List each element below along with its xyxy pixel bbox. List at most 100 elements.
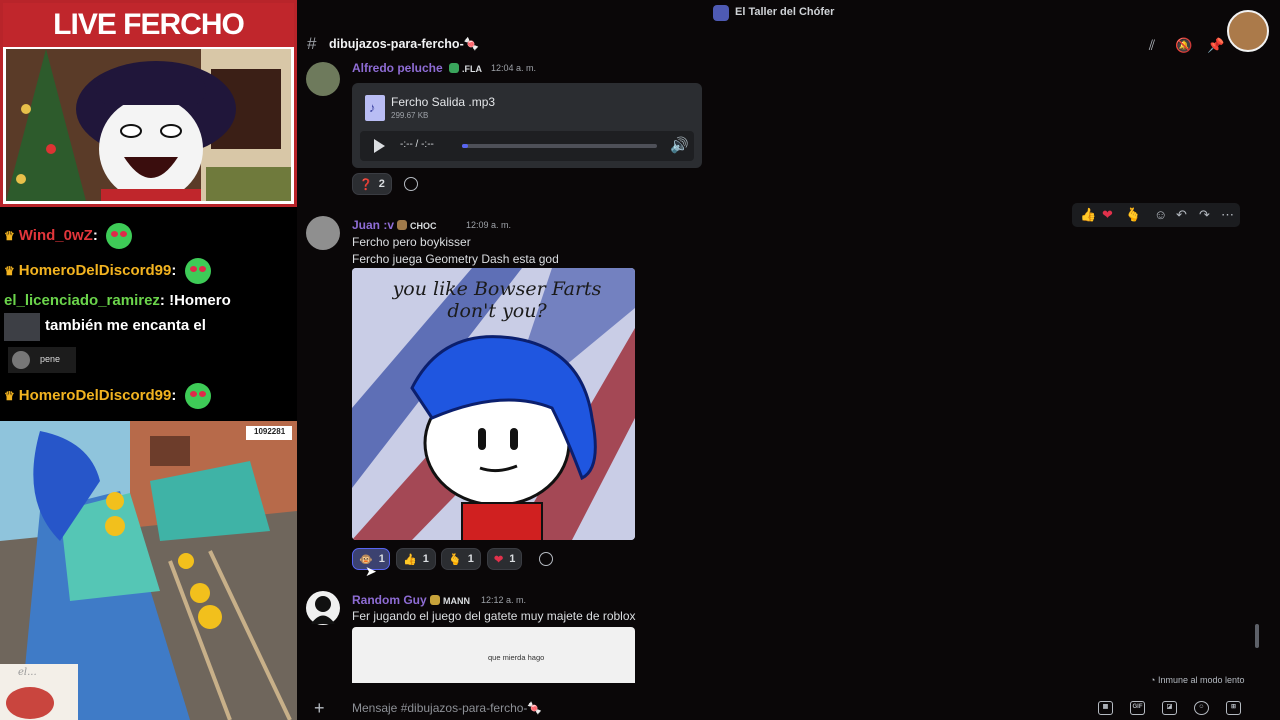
reaction-count: 1 [422,553,429,565]
chat-username: HomeroDelDiscord99 [18,261,172,279]
gif-icon[interactable]: GIF [1130,701,1145,715]
stream-overlay: LIVE FERCHO REACTION ♛Wind_0wZ: [0,0,297,720]
chat-username: HomeroDelDiscord99 [18,386,172,404]
message-author[interactable]: Random Guy [352,593,427,607]
reply-icon[interactable]: ↶ [1176,207,1187,223]
heart-icon: ❤ [494,553,504,566]
banner-artwork [6,49,291,201]
author-avatar[interactable] [306,62,340,96]
volume-icon[interactable]: 🔊 [670,136,689,154]
reaction-count: 1 [467,553,474,565]
add-reaction-icon[interactable]: ☺ [1154,207,1167,222]
message-composer: + ▦ GIF ◪ ☺ ⊞ [297,696,1280,720]
author-avatar[interactable] [306,216,340,250]
message-hover-toolbar: 👍 ❤ 🫰 ☺ ↶ ↷ ⋯ [1072,203,1240,227]
image-attachment[interactable]: you like Bowser Farts don't you? [352,268,635,540]
finger-heart-icon[interactable]: 🫰 [1125,207,1141,223]
message-author[interactable]: Juan :v [352,218,394,232]
chat-attachment-thumbnail [4,313,40,341]
hashtag-icon: # [307,34,317,53]
add-reaction-icon[interactable] [539,552,553,566]
server-tag: MANN [430,595,470,606]
chat-message: ♛ HomeroDelDiscord99: [4,258,211,284]
server-title: El Taller del Chófer [735,6,835,18]
video-embed[interactable]: que mierda hago [352,627,635,683]
attachment-file-size: 299.67 KB [391,111,429,120]
more-options-icon[interactable]: ⋯ [1221,207,1234,223]
audio-progress-fill [462,144,468,148]
message-author[interactable]: Alfredo peluche [352,61,443,75]
reaction-count: 1 [509,553,516,565]
crown-icon: ♛ [4,228,15,243]
tag-badge-icon [449,63,459,73]
emoji-icon[interactable]: ☺ [1194,701,1209,715]
apps-icon[interactable]: ⊞ [1226,701,1241,715]
audio-attachment: Fercho Salida .mp3 299.67 KB -:-- / -:--… [352,83,702,168]
channel-name: dibujazos-para-fercho-🍬 [329,37,480,51]
gift-icon[interactable]: ▦ [1098,701,1113,715]
user-avatar[interactable] [1227,10,1269,52]
server-icon [713,5,729,21]
attachment-file-name[interactable]: Fercho Salida .mp3 [391,95,495,109]
reaction[interactable]: ❤ 1 [487,548,523,570]
server-tag-label: MANN [443,596,470,606]
chat-image: pene [8,347,76,373]
drawing-caption: you like Bowser Farts don't you? [392,278,602,322]
message-text: Fercho juega Geometry Dash esta god [352,252,559,266]
emote-icon [184,258,211,284]
thumbs-up-icon: 👍 [403,553,417,566]
author-avatar[interactable] [306,591,340,625]
add-attachment-icon[interactable]: + [314,698,325,719]
audio-player: -:-- / -:-- 🔊 [360,131,694,161]
add-reaction-icon[interactable] [404,177,418,191]
message-timestamp: 12:09 a. m. [466,220,512,230]
emote-icon [105,223,132,249]
avatar-silhouette-icon [311,596,335,624]
channel-header: # dibujazos-para-fercho-🍬 ⫽ 🔕 📌 [297,26,1280,62]
chat-avatar [12,351,30,369]
tag-badge-icon [430,595,440,605]
crown-icon: ♛ [4,388,15,403]
heart-icon[interactable]: ❤ [1102,207,1113,223]
banner-title: LIVE FERCHO REACTION [3,3,294,85]
reaction-count: 2 [378,178,385,190]
reaction-banner: LIVE FERCHO REACTION [0,0,297,207]
audio-progress-bar[interactable] [462,144,657,148]
mute-icon[interactable]: 🔕 [1175,36,1193,54]
forward-icon[interactable]: ↷ [1199,207,1210,223]
thumbs-up-icon[interactable]: 👍 [1080,207,1096,223]
pin-icon[interactable]: 📌 [1207,36,1225,54]
question-mark-icon: ❓ [359,178,373,191]
tag-badge-icon [397,220,407,230]
scrollbar-thumb[interactable] [1255,624,1259,648]
reaction[interactable]: 👍 1 [396,548,436,570]
chat-message: ♛ HomeroDelDiscord99: [4,383,211,409]
reaction[interactable]: 🫰 1 [441,548,481,570]
chat-image-caption: pene [40,354,61,364]
audio-time: -:-- / -:-- [400,139,434,150]
server-tag: .FLA [449,63,482,74]
title-bar: El Taller del Chófer [297,0,1280,26]
cartoon-character-image [6,49,291,201]
play-icon[interactable] [374,139,385,153]
message-input[interactable] [352,700,1052,716]
chat-message: el_licenciado_ramirez: !Homero [4,292,231,309]
gameplay-video: 1092281 el... [0,421,297,720]
slowmode-text: Inmune al modo lento [1157,675,1245,685]
embed-caption: que mierda hago [488,653,545,662]
gameplay-scene [0,421,297,720]
chat-username: el_licenciado_ramirez [4,292,160,309]
message-timestamp: 12:04 a. m. [491,63,537,73]
server-tag: CHOC [397,220,437,231]
finger-heart-icon: 🫰 [448,553,462,566]
mouse-cursor-icon: ➤ [365,563,377,579]
threads-icon[interactable]: ⫽ [1143,36,1161,54]
message-text: Fercho pero boykisser [352,235,471,249]
chat-message: ♛ Wind_0wZ: [4,223,132,249]
emote-icon [184,383,211,409]
reaction[interactable]: ❓ 2 [352,173,392,195]
stream-chat: ♛ Wind_0wZ: ♛ HomeroDelDiscord99: el_licen… [0,207,297,421]
audio-file-icon [365,95,385,121]
sticker-icon[interactable]: ◪ [1162,701,1177,715]
discord-window: El Taller del Chófer # dibujazos-para-fe… [297,0,1280,720]
